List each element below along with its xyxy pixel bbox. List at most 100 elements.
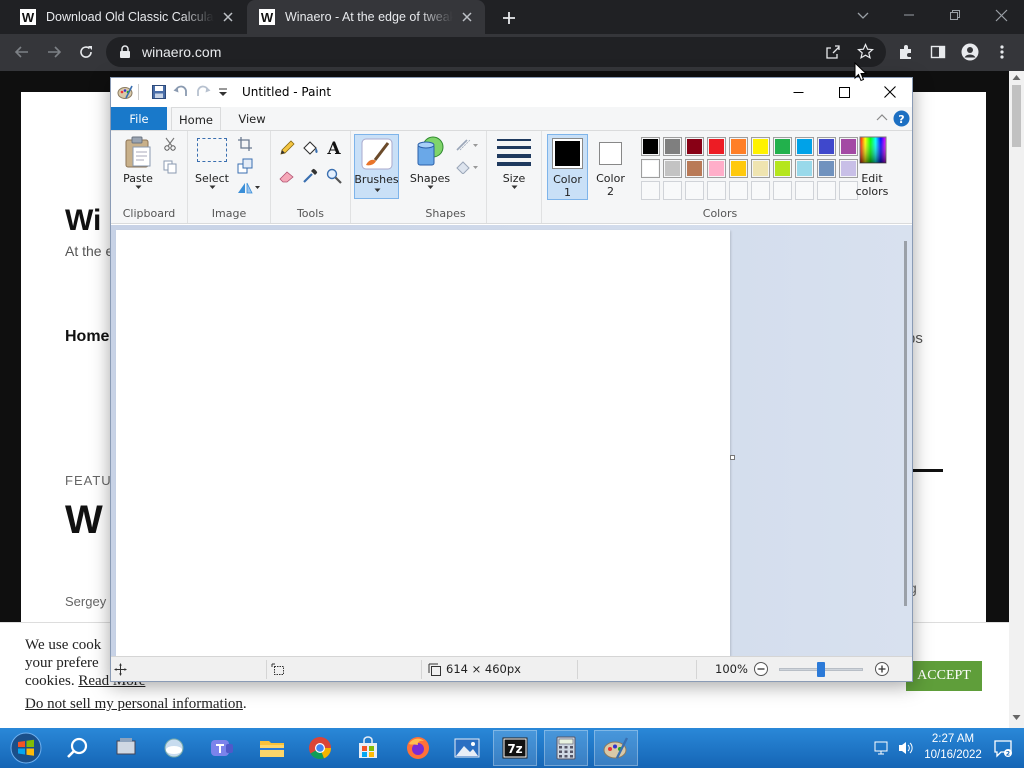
palette-swatch[interactable] [795,159,814,178]
crop-icon[interactable] [237,136,253,152]
brushes-button[interactable]: Brushes [354,134,399,199]
store-button[interactable] [346,730,390,766]
save-icon[interactable] [151,84,167,100]
eraser-icon[interactable] [279,169,295,183]
palette-swatch[interactable] [773,137,792,156]
network-icon[interactable] [874,740,890,756]
collapse-ribbon-icon[interactable] [876,113,888,123]
palette-swatch[interactable] [773,159,792,178]
redo-icon[interactable] [195,84,211,100]
system-clock[interactable]: 2:27 AM 10/16/2022 [918,731,988,763]
tab-home[interactable]: Home [171,107,221,131]
back-button[interactable] [8,38,36,66]
zoom-slider-thumb[interactable] [817,662,825,677]
profile-button[interactable] [956,38,984,66]
scrollbar-thumb[interactable] [1012,85,1021,147]
cut-icon[interactable] [163,137,177,151]
text-icon[interactable]: A [326,139,342,156]
rotate-icon[interactable] [236,180,260,194]
firefox-button[interactable] [396,730,440,766]
site-logo[interactable]: Wi [65,204,101,238]
star-icon[interactable] [857,43,874,60]
taskbar-search-button[interactable] [56,730,100,766]
restore-button[interactable] [932,0,978,30]
notification-icon[interactable]: 2 [993,738,1013,758]
page-scrollbar[interactable] [1009,71,1024,728]
custom-color-slot[interactable] [663,181,682,200]
edit-colors-button[interactable]: Edit colors [850,134,894,200]
palette-swatch[interactable] [795,137,814,156]
palette-swatch[interactable] [707,137,726,156]
tab-download-calculator[interactable]: W Download Old Classic Calculator for Wi… [8,0,246,34]
canvas-resize-handle[interactable] [730,455,735,460]
photos-button[interactable] [445,730,489,766]
outline-icon[interactable] [455,138,479,152]
palette-swatch[interactable] [707,159,726,178]
shapes-button[interactable]: Shapes [409,134,451,192]
volume-icon[interactable] [897,740,915,756]
resize-icon[interactable] [237,158,253,174]
extensions-button[interactable] [892,38,920,66]
undo-icon[interactable] [173,84,189,100]
tab-file[interactable]: File [111,107,167,130]
task-view-button[interactable] [104,730,148,766]
paint-minimize-button[interactable] [775,78,821,106]
select-button[interactable]: Select [194,134,230,192]
custom-color-slot[interactable] [751,181,770,200]
onedrive-button[interactable] [152,730,196,766]
article-author[interactable]: Sergey [65,594,106,609]
color-picker-icon[interactable] [302,168,318,184]
7zip-button[interactable]: 7z [493,730,537,766]
palette-swatch[interactable] [817,159,836,178]
palette-swatch[interactable] [685,137,704,156]
menu-button[interactable] [988,38,1016,66]
share-icon[interactable] [825,44,841,60]
palette-swatch[interactable] [817,137,836,156]
file-explorer-button[interactable] [250,730,294,766]
paint-close-button[interactable] [867,78,913,106]
pencil-icon[interactable] [279,140,295,156]
palette-swatch[interactable] [663,159,682,178]
fill-shape-icon[interactable] [455,160,479,174]
palette-swatch[interactable] [729,159,748,178]
custom-color-slot[interactable] [685,181,704,200]
forward-button[interactable] [40,38,68,66]
palette-swatch[interactable] [751,159,770,178]
minimize-button[interactable] [886,0,932,30]
palette-swatch[interactable] [641,137,660,156]
zoom-in-icon[interactable] [874,661,890,677]
scroll-up-icon[interactable] [1012,74,1021,81]
color1-button[interactable]: Color 1 [547,134,588,200]
scroll-down-icon[interactable] [1012,714,1021,721]
custom-color-slot[interactable] [795,181,814,200]
palette-swatch[interactable] [729,137,748,156]
paste-button[interactable]: Paste [117,134,159,192]
article-headline[interactable]: W [65,498,103,543]
palette-swatch[interactable] [641,159,660,178]
start-button[interactable] [4,730,48,766]
teams-button[interactable] [200,730,244,766]
copy-icon[interactable] [163,160,177,174]
address-bar[interactable]: winaero.com [106,37,886,67]
color2-button[interactable]: Color 2 [590,134,631,200]
custom-color-slot[interactable] [641,181,660,200]
tab-search-button[interactable] [840,0,886,30]
customize-quick-access-icon[interactable] [215,84,231,100]
calculator-button[interactable] [544,730,588,766]
close-icon[interactable] [459,9,475,25]
accept-button[interactable]: ACCEPT [906,661,982,691]
custom-color-slot[interactable] [729,181,748,200]
new-tab-button[interactable] [498,7,520,29]
custom-color-slot[interactable] [817,181,836,200]
close-window-button[interactable] [978,0,1024,30]
side-panel-button[interactable] [924,38,952,66]
paint-maximize-button[interactable] [821,78,867,106]
paint-taskbar-button[interactable] [594,730,638,766]
magnifier-icon[interactable] [326,168,342,184]
custom-color-slot[interactable] [707,181,726,200]
drawing-canvas[interactable] [116,230,730,656]
close-icon[interactable] [220,9,236,25]
chrome-button[interactable] [298,730,342,766]
reload-button[interactable] [72,38,100,66]
help-icon[interactable]: ? [893,110,910,127]
